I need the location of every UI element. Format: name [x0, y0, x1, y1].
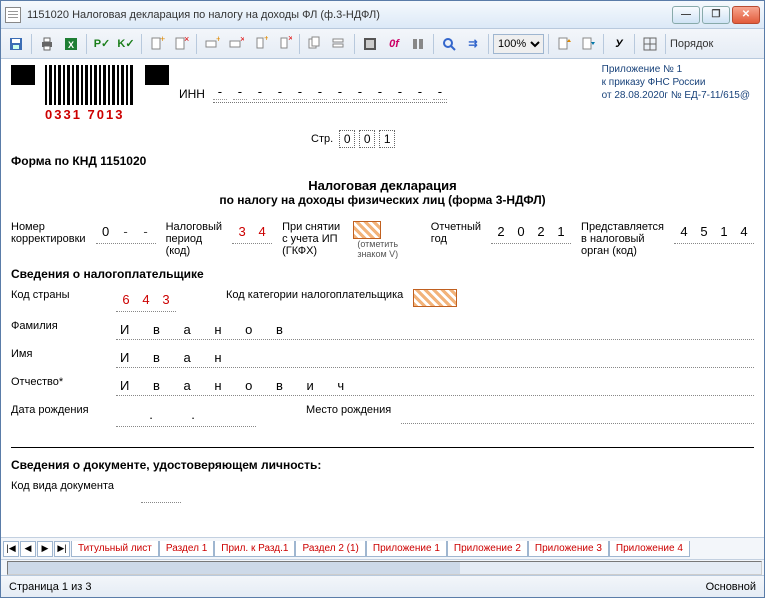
calc-k-icon[interactable]: K✓ — [115, 33, 137, 55]
calc-p-icon[interactable]: P✓ — [91, 33, 113, 55]
barcode — [45, 65, 135, 105]
status-pages: Страница 1 из 3 — [9, 581, 91, 593]
tab-nav-first[interactable]: |◀ — [3, 541, 19, 557]
tab-nav-prev[interactable]: ◀ — [20, 541, 36, 557]
attachment-ref: Приложение № 1 к приказу ФНС России от 2… — [602, 63, 750, 102]
save-icon[interactable] — [5, 33, 27, 55]
name-field[interactable]: И в а н — [116, 348, 754, 368]
toolbar: X P✓ K✓ + × + × + × 0f ⇉ 100% У Порядок — [1, 29, 764, 59]
status-mode: Основной — [706, 581, 756, 593]
multi-page-icon[interactable] — [304, 33, 326, 55]
svg-text:+: + — [160, 36, 165, 44]
year-label: Отчетный год — [431, 221, 481, 245]
tab-appendix3[interactable]: Приложение 3 — [528, 541, 609, 557]
tab-section2[interactable]: Раздел 2 (1) — [295, 541, 365, 557]
doctype-field[interactable] — [141, 480, 181, 503]
correction-field[interactable]: 0 - - — [96, 221, 156, 244]
print-icon[interactable] — [36, 33, 58, 55]
svg-text:X: X — [68, 40, 74, 50]
document-title: Налоговая декларация — [11, 178, 754, 193]
remove-row-icon[interactable]: × — [225, 33, 247, 55]
country-field[interactable]: 6 4 3 — [116, 289, 176, 312]
svg-text:+: + — [264, 36, 268, 43]
correction-label: Номер корректировки — [11, 221, 86, 245]
country-label: Код страны — [11, 289, 106, 301]
tab-appendix-s1[interactable]: Прил. к Разд.1 — [214, 541, 295, 557]
add-col-icon[interactable]: + — [249, 33, 271, 55]
document-icon — [5, 7, 21, 23]
excel-icon[interactable]: X — [60, 33, 82, 55]
svg-text:×: × — [184, 36, 189, 44]
doctype-label: Код вида документа — [11, 480, 131, 492]
svg-text:×: × — [288, 36, 292, 43]
year-field[interactable]: 2 0 2 1 — [491, 221, 571, 244]
pob-field[interactable] — [401, 404, 754, 424]
dob-label: Дата рождения — [11, 404, 106, 416]
organ-label: Представляется в налоговый орган (код) — [581, 221, 664, 257]
tool-c-icon[interactable] — [407, 33, 429, 55]
grid-icon[interactable] — [639, 33, 661, 55]
black-mark-left — [11, 65, 35, 85]
maximize-button[interactable]: ❐ — [702, 6, 730, 24]
surname-label: Фамилия — [11, 320, 106, 332]
tab-nav-last[interactable]: ▶| — [54, 541, 70, 557]
svg-text:×: × — [240, 36, 244, 44]
patronymic-field[interactable]: И в а н о в и ч — [116, 376, 754, 396]
dereg-note: (отметить знаком V) — [357, 239, 420, 259]
window-title: 1151020 Налоговая декларация по налогу н… — [27, 9, 672, 21]
iddoc-section-head: Сведения о документе, удостоверяющем лич… — [11, 458, 754, 472]
inn-field[interactable]: ------------ — [213, 84, 447, 103]
find-next-icon[interactable]: ⇉ — [462, 33, 484, 55]
inn-label: ИНН — [179, 87, 205, 101]
tab-appendix4[interactable]: Приложение 4 — [609, 541, 690, 557]
taxpayer-section-head: Сведения о налогоплательщике — [11, 267, 754, 281]
zoom-select[interactable]: 100% — [493, 34, 544, 54]
statusbar: Страница 1 из 3 Основной — [1, 575, 764, 597]
document-subtitle: по налогу на доходы физических лиц (форм… — [11, 193, 754, 207]
dereg-label: При снятии с учета ИП (ГКФХ) — [282, 221, 343, 257]
organ-field[interactable]: 4 5 1 4 — [674, 221, 754, 244]
patronymic-label: Отчество* — [11, 376, 106, 388]
dob-field[interactable]: .. — [116, 404, 256, 427]
black-mark-right — [145, 65, 169, 85]
minimize-button[interactable]: — — [672, 6, 700, 24]
tab-appendix2[interactable]: Приложение 2 — [447, 541, 528, 557]
tool-a-icon[interactable] — [359, 33, 381, 55]
function-icon[interactable]: 0f — [383, 33, 405, 55]
pob-label: Место рождения — [306, 404, 391, 416]
multi-list-icon[interactable] — [328, 33, 350, 55]
add-row-icon[interactable]: + — [201, 33, 223, 55]
order-label[interactable]: Порядок — [670, 38, 713, 50]
name-label: Имя — [11, 348, 106, 360]
bold-y-icon[interactable]: У — [608, 33, 630, 55]
titlebar: 1151020 Налоговая декларация по налогу н… — [1, 1, 764, 29]
close-button[interactable]: ✕ — [732, 6, 760, 24]
category-label: Код категории налогоплательщика — [226, 289, 403, 301]
add-page-icon[interactable]: + — [146, 33, 168, 55]
remove-page-icon[interactable]: × — [170, 33, 192, 55]
sheet-tabs: |◀ ◀ ▶ ▶| Титульный лист Раздел 1 Прил. … — [1, 537, 764, 559]
surname-field[interactable]: И в а н о в — [116, 320, 754, 340]
barcode-number: 0331 7013 — [45, 107, 135, 122]
tab-title-page[interactable]: Титульный лист — [71, 541, 159, 557]
svg-text:+: + — [216, 36, 220, 44]
page-label: Стр. — [311, 133, 333, 145]
find-icon[interactable] — [438, 33, 460, 55]
tab-nav-next[interactable]: ▶ — [37, 541, 53, 557]
tab-appendix1[interactable]: Приложение 1 — [366, 541, 447, 557]
period-label: Налоговый период (код) — [166, 221, 223, 257]
document-body: Приложение № 1 к приказу ФНС России от 2… — [1, 59, 764, 537]
import-icon[interactable] — [577, 33, 599, 55]
period-field[interactable]: 3 4 — [232, 221, 272, 244]
horizontal-scrollbar[interactable] — [7, 561, 762, 575]
tab-section1[interactable]: Раздел 1 — [159, 541, 214, 557]
remove-col-icon[interactable]: × — [273, 33, 295, 55]
dereg-checkbox[interactable] — [353, 221, 381, 239]
page-number-cells: 0 0 1 — [339, 130, 395, 148]
form-knd: Форма по КНД 1151020 — [11, 154, 754, 168]
category-field[interactable] — [413, 289, 457, 307]
export-icon[interactable] — [553, 33, 575, 55]
